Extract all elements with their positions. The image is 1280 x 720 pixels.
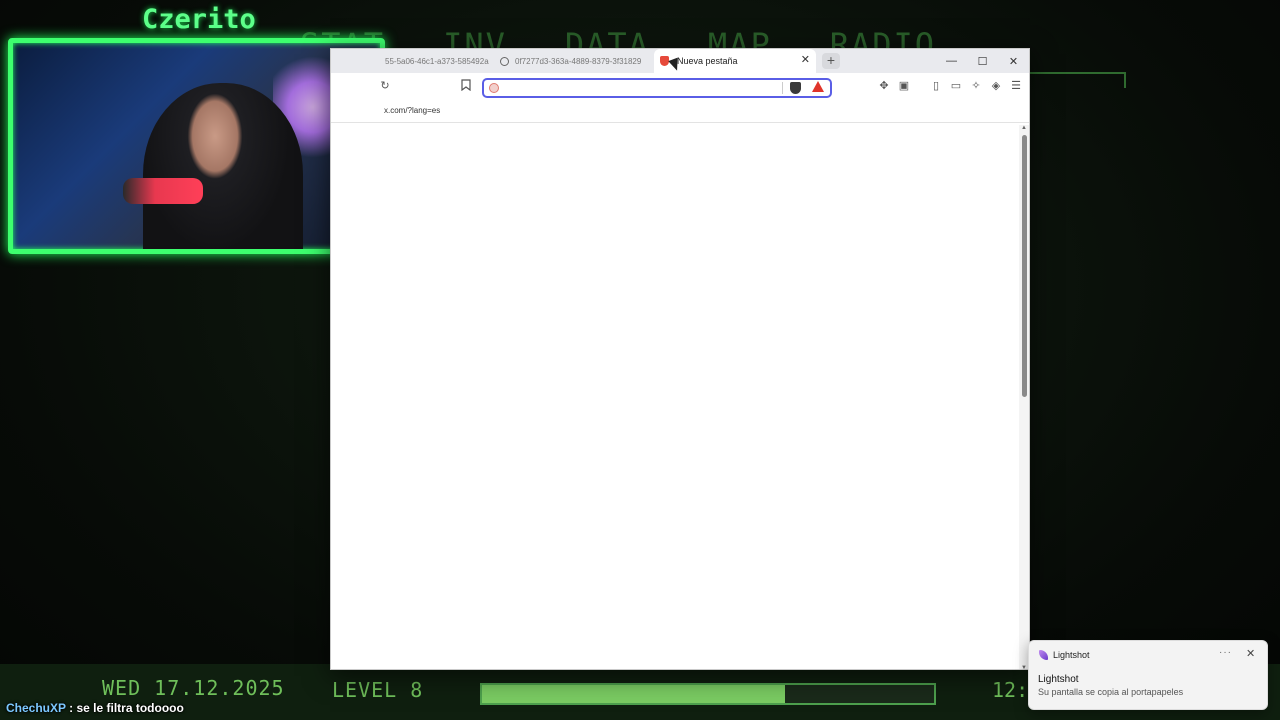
pipboy-date: WED 17.12.2025 — [102, 676, 285, 700]
close-window-button[interactable]: ✕ — [998, 49, 1029, 73]
tab-1[interactable]: 55-5a06-46c1-a373-585492a — [379, 49, 494, 73]
pipboy-time: 12: — [992, 678, 1029, 702]
pipboy-xp-fill — [482, 685, 785, 703]
scrollbar[interactable]: ▲ ▼ — [1019, 125, 1029, 669]
webcam-overlay — [8, 38, 385, 254]
pipboy-divider-tick — [1124, 72, 1126, 88]
wallet-icon[interactable]: ▭ — [949, 79, 963, 93]
address-input[interactable] — [506, 81, 776, 95]
bookmarks-bar: x.com/?lang=es — [331, 101, 1029, 123]
browser-window: 55-5a06-46c1-a373-585492a 0f7277d3-363a-… — [330, 48, 1030, 670]
chat-message: ChechuXP : se le filtra todoooo — [6, 701, 184, 715]
page-content — [331, 124, 1021, 669]
chat-text: : se le filtra todoooo — [69, 701, 184, 715]
globe-icon — [500, 56, 509, 66]
webcam-microphone — [123, 178, 203, 204]
chat-username: ChechuXP — [6, 701, 66, 715]
brave-shields-icon[interactable] — [790, 82, 801, 94]
notification-toast[interactable]: Lightshot ··· ✕ Lightshot Su pantalla se… — [1028, 640, 1268, 710]
tab-title: 55-5a06-46c1-a373-585492a — [385, 56, 489, 66]
tab-close-icon[interactable]: ✕ — [801, 55, 810, 66]
address-bar[interactable] — [482, 78, 832, 98]
new-tab-button[interactable]: + — [822, 53, 840, 69]
tab-title: 0f7277d3-363a-4889-8379-3f31829 — [515, 56, 642, 66]
toast-more-button[interactable]: ··· — [1219, 647, 1232, 658]
scroll-up-icon[interactable]: ▲ — [1020, 125, 1028, 131]
scroll-down-icon[interactable]: ▼ — [1020, 665, 1028, 669]
lightshot-icon — [1039, 650, 1048, 660]
toast-body: Su pantalla se copia al portapapeles — [1038, 687, 1184, 697]
address-divider — [782, 82, 783, 94]
vpn-icon[interactable]: ◈ — [989, 79, 1003, 93]
site-info-icon[interactable] — [489, 83, 499, 93]
bookmark-icon[interactable] — [459, 79, 473, 93]
extensions-icon[interactable]: ✥ — [877, 79, 891, 93]
toast-app-name: Lightshot — [1053, 650, 1090, 660]
sidebar-icon[interactable]: ▯ — [929, 79, 943, 93]
leo-ai-icon[interactable]: ✧ — [969, 79, 983, 93]
pipboy-level: LEVEL 8 — [332, 678, 424, 702]
pipboy-xp-bar — [480, 683, 936, 705]
browser-toolbar: ↻ ✥ ▣ ▯ ▭ ✧ ◈ ☰ — [331, 73, 1029, 101]
tab-2[interactable]: 0f7277d3-363a-4889-8379-3f31829 — [494, 49, 654, 73]
scroll-thumb[interactable] — [1022, 135, 1027, 397]
menu-icon[interactable]: ☰ — [1009, 79, 1023, 93]
tab-search-icon[interactable]: ▣ — [897, 79, 911, 93]
reload-icon[interactable]: ↻ — [378, 79, 392, 93]
window-controls: — ☐ ✕ — [936, 49, 1029, 73]
bookmark-x[interactable]: x.com/?lang=es — [384, 106, 440, 115]
pipboy-divider — [1030, 72, 1126, 74]
toast-close-button[interactable]: ✕ — [1246, 647, 1255, 660]
streamer-name: Czerito — [142, 4, 256, 35]
minimize-button[interactable]: — — [936, 49, 967, 73]
brave-rewards-icon[interactable] — [812, 81, 824, 92]
maximize-button[interactable]: ☐ — [967, 49, 998, 73]
toast-title: Lightshot — [1038, 674, 1079, 685]
tab-title: Nueva pestaña — [677, 56, 738, 66]
webcam-streamer — [143, 83, 303, 249]
